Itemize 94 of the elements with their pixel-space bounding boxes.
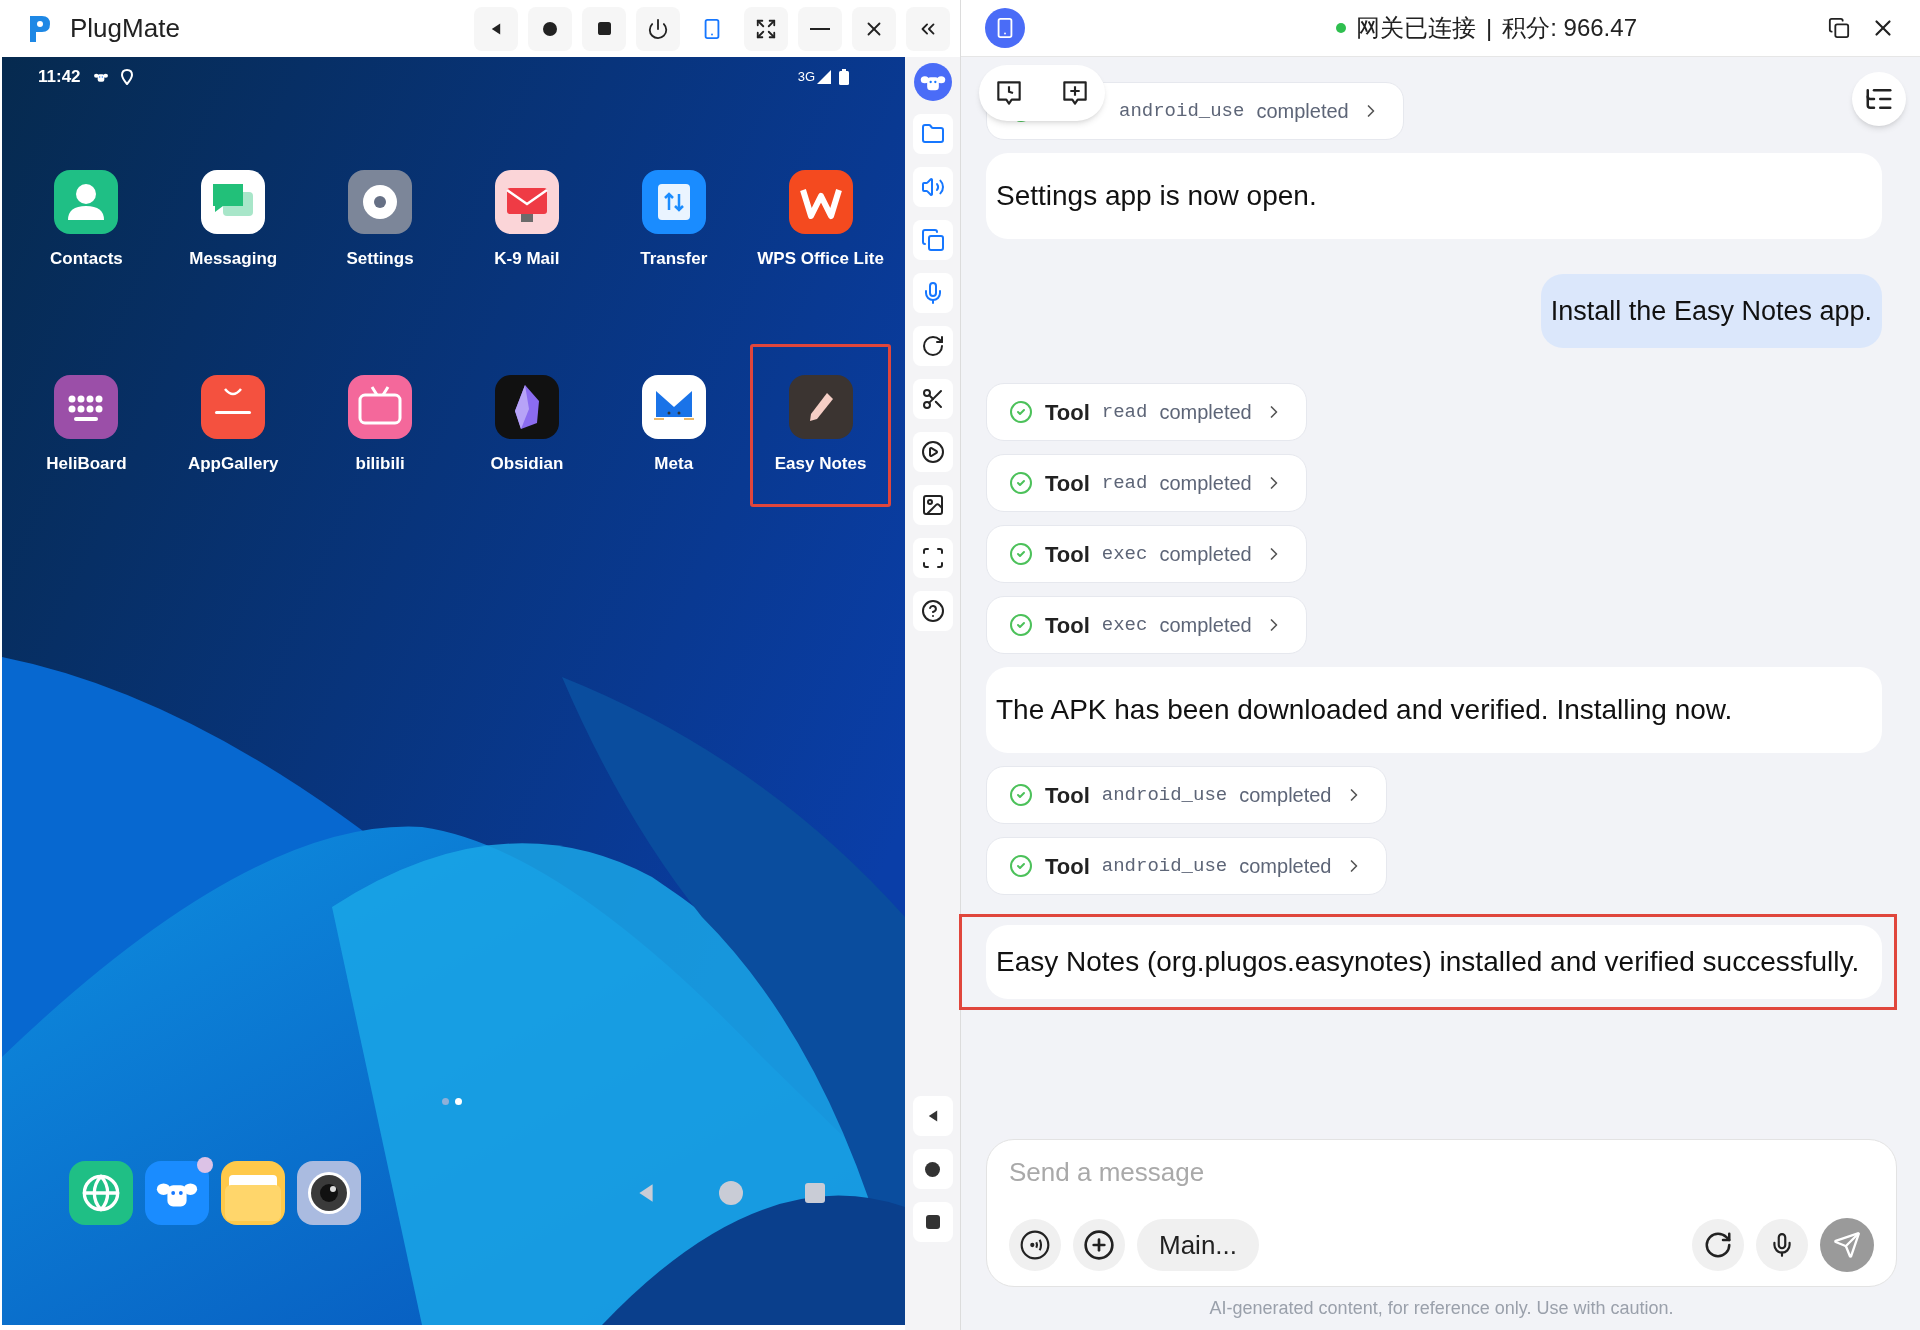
tool-call-button[interactable]: Tool exec completed bbox=[986, 525, 1307, 583]
assistant-avatar[interactable] bbox=[913, 63, 952, 101]
shopping-bag-icon bbox=[201, 374, 266, 439]
disclaimer: AI-generated content, for reference only. Use with caution. bbox=[1208, 1297, 1675, 1320]
app-title: PlugMate bbox=[70, 12, 180, 45]
sound-wave-icon bbox=[1019, 1229, 1051, 1261]
zigzag-icon bbox=[788, 170, 853, 234]
app-launcher[interactable]: WPS Office Lite bbox=[750, 139, 892, 303]
send-icon bbox=[1833, 1231, 1861, 1259]
recents-button[interactable] bbox=[912, 1202, 953, 1242]
square-icon bbox=[597, 22, 611, 35]
plus-icon bbox=[1083, 1229, 1115, 1261]
tool-call-button[interactable]: Tool read completed bbox=[986, 383, 1307, 441]
power-icon bbox=[647, 17, 669, 40]
keyboard-icon bbox=[54, 374, 119, 439]
assistant-message: The APK has been downloaded and verified. Installing now. bbox=[986, 667, 1882, 753]
check-icon bbox=[1009, 783, 1033, 807]
globe-icon[interactable] bbox=[69, 1161, 133, 1225]
fullscreen-button[interactable] bbox=[744, 6, 788, 51]
model-selector[interactable]: Main... bbox=[1137, 1219, 1260, 1271]
check-icon bbox=[1009, 613, 1033, 637]
scissors-button[interactable] bbox=[912, 379, 953, 419]
app-launcher[interactable]: K-9 Mail bbox=[456, 139, 598, 303]
location-icon bbox=[120, 69, 133, 85]
network-type: 3G bbox=[797, 68, 815, 87]
recents-button[interactable] bbox=[582, 6, 626, 51]
fullscreen-button[interactable] bbox=[912, 538, 953, 578]
device-button[interactable] bbox=[985, 8, 1025, 48]
gear-icon bbox=[348, 170, 413, 234]
help-button[interactable] bbox=[912, 591, 953, 631]
assistant-message: Settings app is now open. bbox=[986, 153, 1882, 239]
crystal-icon bbox=[494, 374, 559, 439]
tool-call-button[interactable]: Tool android_use completed bbox=[986, 837, 1387, 895]
app-launcher[interactable]: bilibili bbox=[309, 343, 451, 507]
app-launcher[interactable]: HeliBoard bbox=[15, 343, 157, 507]
person-icon bbox=[54, 170, 119, 234]
app-launcher[interactable]: Easy Notes bbox=[750, 343, 892, 507]
home-button[interactable] bbox=[528, 6, 572, 51]
speaker-button[interactable] bbox=[912, 167, 953, 207]
app-launcher[interactable]: Obsidian bbox=[456, 343, 598, 507]
back-button[interactable] bbox=[474, 6, 518, 51]
add-button[interactable] bbox=[1073, 1219, 1125, 1271]
folder-icon[interactable] bbox=[221, 1161, 285, 1225]
rotate-button[interactable] bbox=[912, 326, 953, 366]
close-button[interactable] bbox=[852, 6, 896, 51]
home-button[interactable] bbox=[912, 1149, 953, 1189]
square-icon bbox=[925, 1215, 940, 1229]
signal-icon bbox=[817, 70, 831, 84]
mic-button[interactable] bbox=[912, 273, 953, 313]
app-launcher[interactable]: Messaging bbox=[162, 139, 304, 303]
separator: | bbox=[1486, 13, 1493, 43]
envelope-icon bbox=[494, 170, 559, 234]
tool-call-button[interactable]: Tool read completed bbox=[986, 454, 1307, 512]
transfer-icon bbox=[641, 170, 706, 234]
power-button[interactable] bbox=[636, 6, 680, 51]
app-launcher[interactable]: Contacts bbox=[15, 139, 157, 303]
tv-icon bbox=[348, 374, 413, 439]
points-balance: 积分: 966.47 bbox=[1502, 13, 1637, 43]
voice-mode-button[interactable] bbox=[1009, 1219, 1061, 1271]
user-message: Install the Easy Notes app. bbox=[1540, 274, 1882, 348]
refresh-icon bbox=[1703, 1230, 1733, 1260]
collapse-button[interactable] bbox=[906, 6, 950, 51]
refresh-button[interactable] bbox=[1692, 1219, 1744, 1271]
folder-button[interactable] bbox=[912, 114, 953, 154]
tool-call-button[interactable]: Tool exec completed bbox=[986, 596, 1307, 654]
connection-status: 网关已连接 bbox=[1356, 13, 1476, 43]
check-icon bbox=[1009, 542, 1033, 566]
back-button[interactable] bbox=[912, 1096, 953, 1136]
play-button[interactable] bbox=[912, 432, 953, 472]
status-time: 11:42 bbox=[38, 66, 81, 89]
check-icon bbox=[1009, 400, 1033, 424]
image-button[interactable] bbox=[912, 485, 953, 525]
message-composer[interactable]: Send a message Main... bbox=[986, 1139, 1897, 1287]
check-icon bbox=[1009, 471, 1033, 495]
app-launcher[interactable]: Transfer bbox=[603, 139, 745, 303]
copy-button[interactable] bbox=[912, 220, 953, 260]
check-icon bbox=[1009, 854, 1033, 878]
tool-call-button[interactable]: Tool android_use completed bbox=[986, 766, 1387, 824]
outline-button[interactable] bbox=[1852, 72, 1906, 126]
cat-icon bbox=[641, 374, 706, 439]
camera-icon[interactable] bbox=[297, 1161, 361, 1225]
chat-bubbles-icon bbox=[201, 170, 266, 234]
app-launcher[interactable]: Settings bbox=[309, 139, 451, 303]
app-launcher[interactable]: Meta bbox=[603, 343, 745, 507]
microphone-button[interactable] bbox=[1756, 1219, 1808, 1271]
battery-icon bbox=[839, 69, 849, 85]
minimize-icon bbox=[810, 27, 830, 30]
assistant-message: Easy Notes (org.plugos.easynotes) installed and verified successfully. bbox=[986, 925, 1882, 999]
pencil-icon bbox=[788, 374, 853, 439]
fullscreen-icon bbox=[755, 17, 777, 40]
circle-icon bbox=[543, 21, 557, 36]
restore-button[interactable] bbox=[1828, 17, 1850, 39]
app-launcher[interactable]: AppGallery bbox=[162, 343, 304, 507]
send-button[interactable] bbox=[1820, 1218, 1874, 1272]
